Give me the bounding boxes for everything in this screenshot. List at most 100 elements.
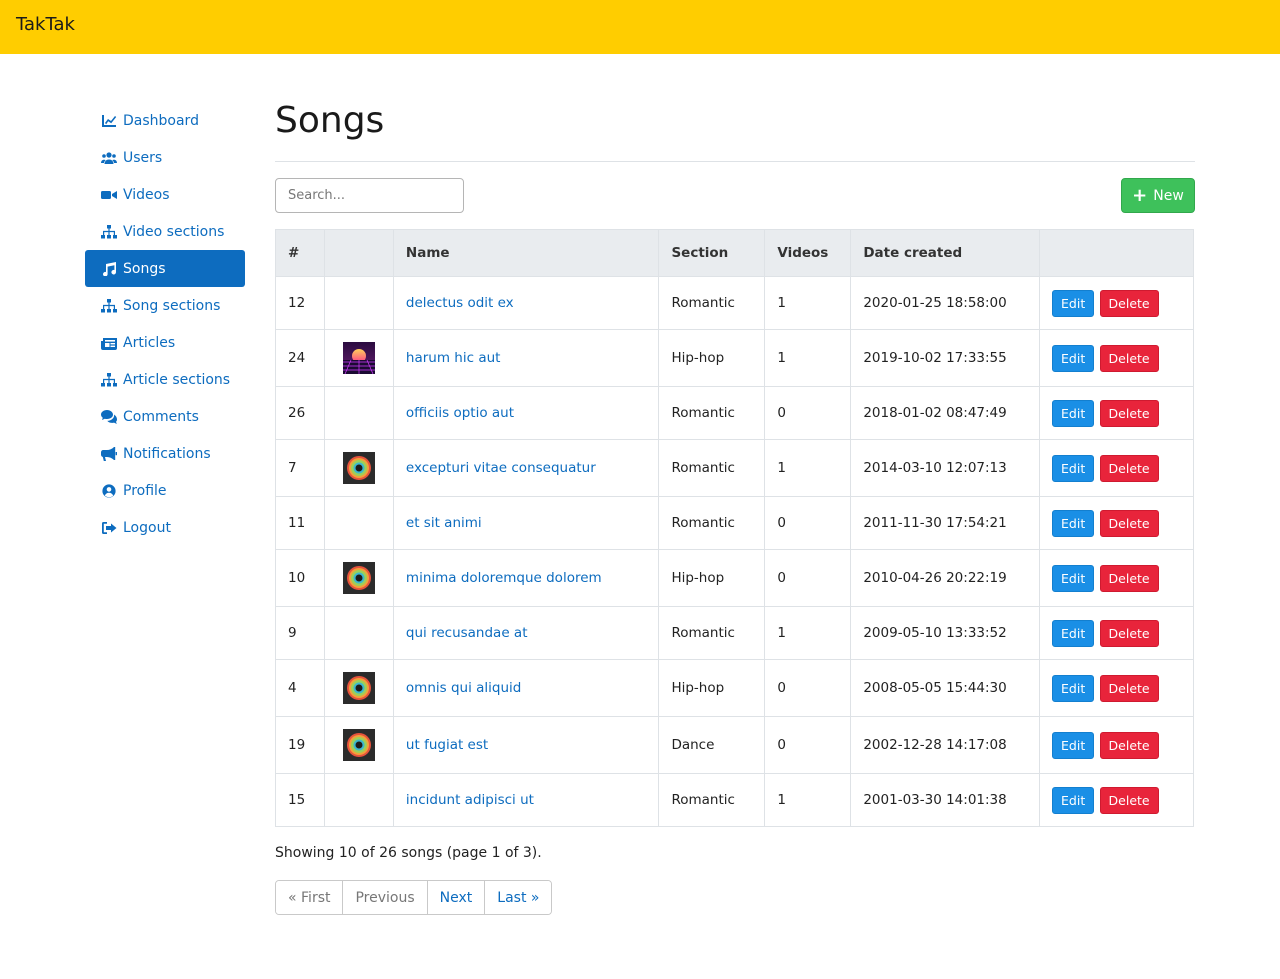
cell-actions: Edit Delete [1039,496,1194,550]
table-row: 15 incidunt adipisci ut Romantic 1 2001-03-3… [275,773,1194,827]
song-name-link[interactable]: officiis optio aut [406,405,514,421]
songs-table: # Name Section Videos Date created 12 del… [275,229,1194,827]
header-date-created: Date created [850,229,1041,277]
delete-button[interactable]: Delete [1099,786,1159,814]
cell-id: 19 [275,716,325,774]
brand-logo[interactable]: TakTak [16,14,75,35]
sidebar-item-video-sections[interactable]: Video sections [85,213,245,250]
song-name-link[interactable]: incidunt adipisci ut [406,792,534,808]
edit-button[interactable]: Edit [1052,399,1095,427]
sidebar-item-label: Dashboard [123,112,199,129]
sidebar-item-users[interactable]: Users [85,139,245,176]
cover-thumbnail [337,729,381,761]
delete-button[interactable]: Delete [1099,509,1159,537]
cell-section: Hip-hop [658,329,766,387]
song-name-link[interactable]: harum hic aut [406,350,501,366]
pagination-next-button[interactable]: Next [427,881,486,914]
cell-id: 4 [275,659,325,717]
cover-thumbnail [337,672,381,704]
cell-videos: 0 [764,659,852,717]
cell-videos: 1 [764,276,852,330]
edit-button[interactable]: Edit [1052,509,1095,537]
cell-name: omnis qui aliquid [392,659,660,717]
delete-button[interactable]: Delete [1099,674,1159,702]
sidebar-item-comments[interactable]: Comments [85,398,245,435]
edit-button[interactable]: Edit [1052,619,1095,647]
delete-button[interactable]: Delete [1099,619,1159,647]
cell-actions: Edit Delete [1039,549,1194,607]
song-name-link[interactable]: omnis qui aliquid [406,680,521,696]
music-icon [101,261,117,276]
cell-actions: Edit Delete [1039,659,1194,717]
cell-id: 11 [275,496,325,550]
sidebar-item-profile[interactable]: Profile [85,472,245,509]
edit-button[interactable]: Edit [1052,344,1095,372]
cell-date-created: 2019-10-02 17:33:55 [850,329,1041,387]
pagination-first-button[interactable]: « First [276,881,344,914]
sidebar-item-label: Comments [123,408,199,425]
song-name-link[interactable]: ut fugiat est [406,737,488,753]
sitemap-icon [101,298,117,313]
cell-videos: 0 [764,549,852,607]
sidebar-item-label: Videos [123,186,170,203]
table-row: 26 officiis optio aut Romantic 0 2018-01-02 … [275,386,1194,440]
cell-videos: 1 [764,773,852,827]
sidebar-item-articles[interactable]: Articles [85,324,245,361]
sitemap-icon [101,372,117,387]
delete-button[interactable]: Delete [1099,344,1159,372]
pagination-previous-button[interactable]: Previous [343,881,428,914]
edit-button[interactable]: Edit [1052,289,1095,317]
delete-button[interactable]: Delete [1099,731,1159,759]
sidebar-item-article-sections[interactable]: Article sections [85,361,245,398]
bullhorn-icon [101,446,117,461]
cell-videos: 1 [764,329,852,387]
cell-date-created: 2008-05-05 15:44:30 [850,659,1041,717]
song-name-link[interactable]: excepturi vitae consequatur [406,460,596,476]
delete-button[interactable]: Delete [1099,289,1159,317]
cell-section: Romantic [658,439,766,497]
edit-button[interactable]: Edit [1052,454,1095,482]
pagination-last-button[interactable]: Last » [485,881,552,914]
sidebar-item-label: Video sections [123,223,225,240]
delete-button[interactable]: Delete [1099,454,1159,482]
cell-actions: Edit Delete [1039,716,1194,774]
cell-cover [323,276,394,330]
cell-name: minima doloremque dolorem [392,549,660,607]
song-name-link[interactable]: qui recusandae at [406,625,528,641]
song-name-link[interactable]: minima doloremque dolorem [406,570,602,586]
cell-date-created: 2014-03-10 12:07:13 [850,439,1041,497]
sidebar-item-logout[interactable]: Logout [85,509,245,546]
results-summary: Showing 10 of 26 songs (page 1 of 3). [275,845,542,861]
cell-name: delectus odit ex [392,276,660,330]
cell-section: Hip-hop [658,659,766,717]
cell-section: Romantic [658,276,766,330]
cell-cover [323,716,394,774]
delete-button[interactable]: Delete [1099,564,1159,592]
edit-button[interactable]: Edit [1052,786,1095,814]
table-row: 10 minima doloremque dolorem Hip-hop 0 2010-… [275,549,1194,607]
sidebar-item-songs[interactable]: Songs [85,250,245,287]
cell-actions: Edit Delete [1039,329,1194,387]
sidebar-item-dashboard[interactable]: Dashboard [85,102,245,139]
sidebar-item-videos[interactable]: Videos [85,176,245,213]
cell-id: 12 [275,276,325,330]
cell-section: Romantic [658,606,766,660]
edit-button[interactable]: Edit [1052,674,1095,702]
song-name-link[interactable]: et sit animi [406,515,482,531]
newspaper-icon [101,336,117,350]
edit-button[interactable]: Edit [1052,731,1095,759]
new-song-button[interactable]: + New [1121,178,1195,213]
pagination: « First Previous Next Last » [275,880,553,915]
plus-icon: + [1132,184,1148,206]
comments-icon [101,409,117,424]
cell-videos: 0 [764,496,852,550]
sidebar-item-song-sections[interactable]: Song sections [85,287,245,324]
delete-button[interactable]: Delete [1099,399,1159,427]
edit-button[interactable]: Edit [1052,564,1095,592]
sidebar-item-notifications[interactable]: Notifications [85,435,245,472]
cell-date-created: 2002-12-28 14:17:08 [850,716,1041,774]
search-input[interactable] [275,178,464,213]
cell-videos: 0 [764,386,852,440]
song-name-link[interactable]: delectus odit ex [406,295,514,311]
cell-id: 24 [275,329,325,387]
